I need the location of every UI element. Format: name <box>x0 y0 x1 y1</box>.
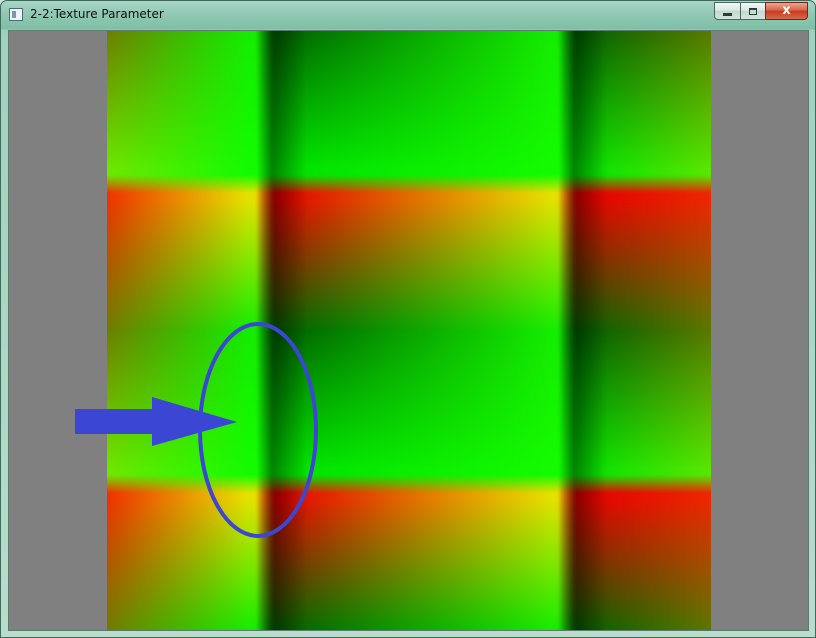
close-icon: x <box>782 3 791 18</box>
title-bar[interactable]: 2-2:Texture Parameter x <box>1 1 815 29</box>
texture-quad <box>107 31 711 630</box>
application-window: 2-2:Texture Parameter x <box>0 0 816 638</box>
close-button[interactable]: x <box>765 2 808 20</box>
app-icon[interactable] <box>9 8 23 21</box>
minimize-icon <box>723 12 732 16</box>
texture-shading <box>107 31 711 630</box>
window-title: 2-2:Texture Parameter <box>30 7 164 21</box>
minimize-button[interactable] <box>714 2 740 20</box>
maximize-button[interactable] <box>740 2 765 20</box>
render-viewport[interactable] <box>8 30 809 631</box>
caption-buttons: x <box>714 2 808 21</box>
maximize-icon <box>749 7 757 15</box>
